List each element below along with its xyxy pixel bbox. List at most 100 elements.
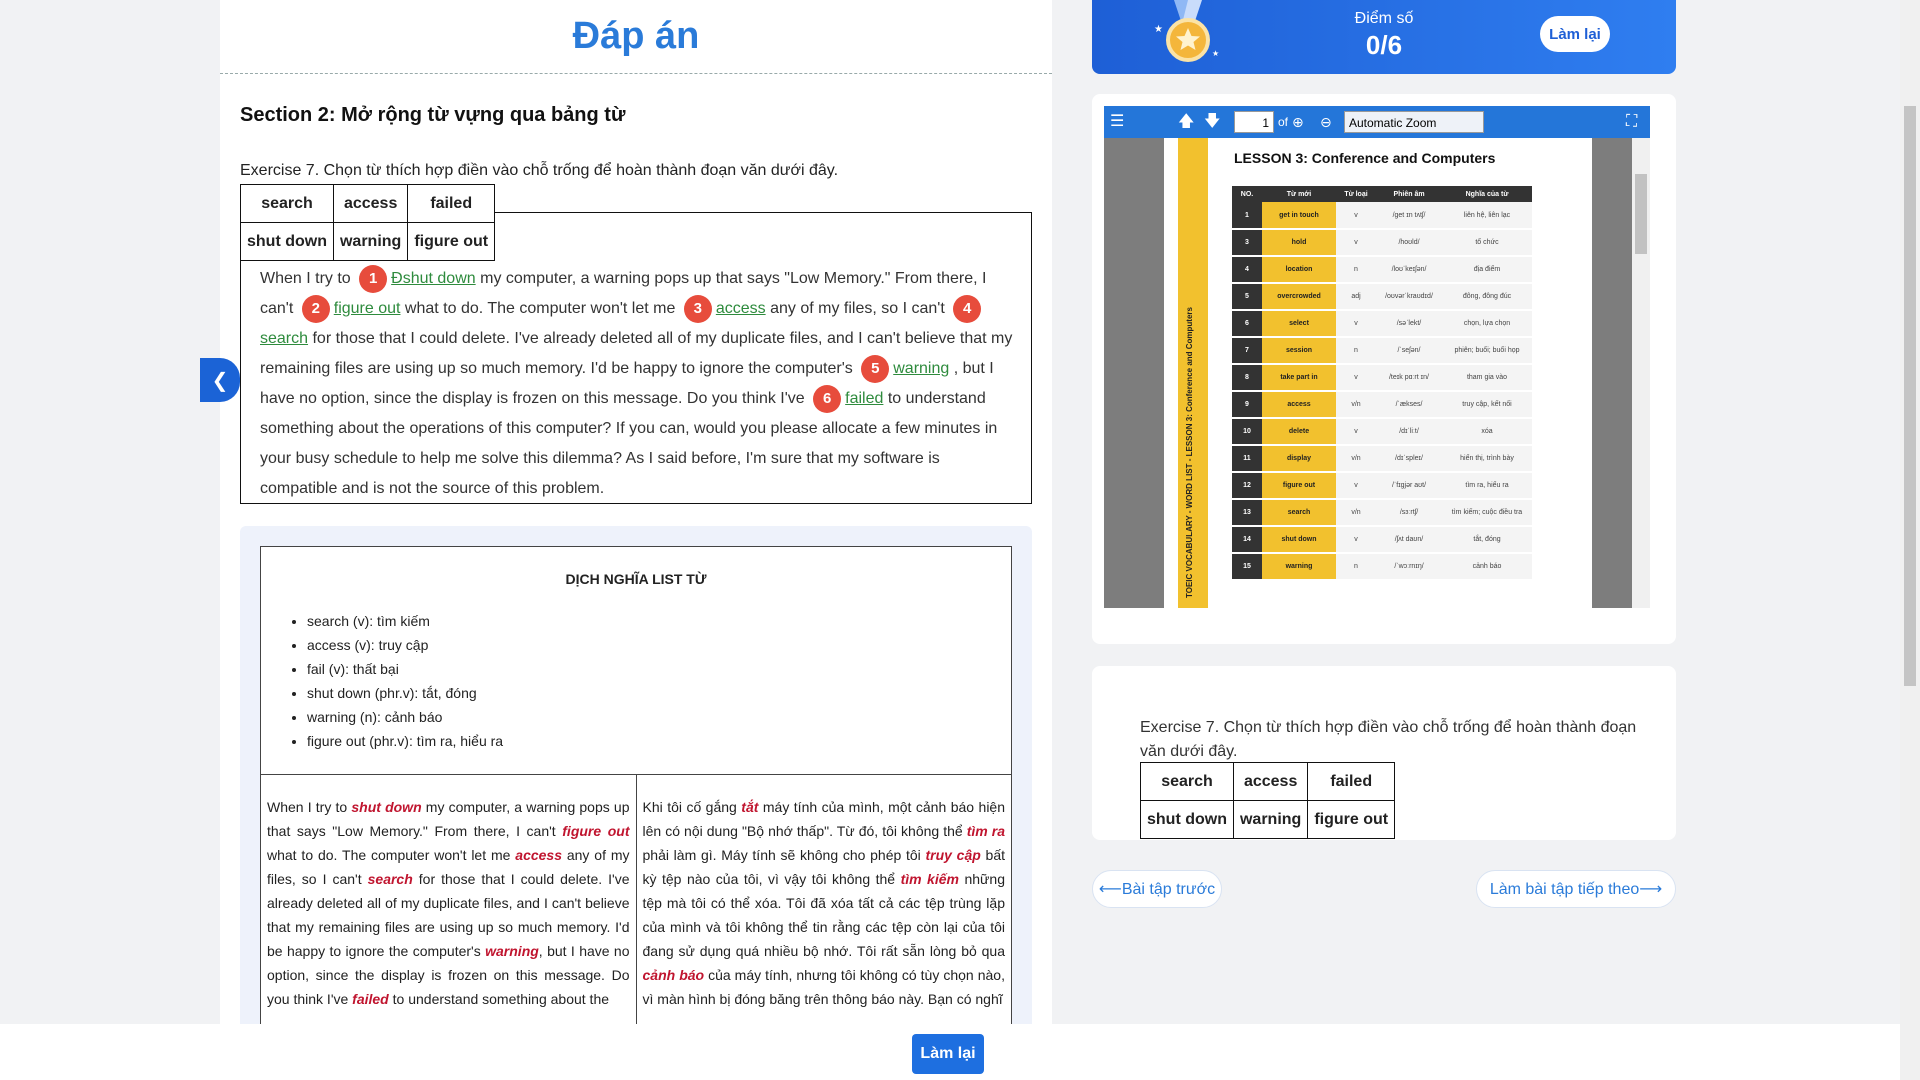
- zoom-select[interactable]: Automatic Zoom: [1344, 111, 1484, 133]
- arrow-up-icon[interactable]: 🡅: [1178, 112, 1194, 132]
- word-cell: search: [240, 184, 334, 223]
- blank-number-badge: 6: [813, 384, 842, 413]
- pdf-table-cell: xóa: [1442, 418, 1532, 446]
- keyword: cảnh báo: [642, 967, 705, 983]
- collapse-panel-button[interactable]: ❮: [200, 358, 240, 402]
- keyword: failed: [352, 991, 389, 1007]
- blank-answer: failed: [845, 390, 884, 407]
- pdf-table-cell: /ˈfɪɡjər aʊt/: [1376, 472, 1442, 500]
- expand-icon[interactable]: ⛶: [1626, 112, 1637, 132]
- keyword: shut down: [351, 799, 422, 815]
- previous-exercise-button[interactable]: ⟵Bài tập trước: [1092, 870, 1222, 908]
- footer-bar: Làm lại: [0, 1024, 1900, 1080]
- pdf-table-row: 9 access v/n/ˈækses/truy cập, kết nối: [1232, 391, 1532, 419]
- pdf-table-cell: /oʊvərˈkraʊdɪd/: [1376, 283, 1442, 311]
- pdf-table-cell: tìm ra, hiểu ra: [1442, 472, 1532, 500]
- pdf-table-cell: session: [1262, 337, 1336, 365]
- zoom-in-icon[interactable]: ⊕: [1292, 112, 1304, 132]
- pdf-scrollbar[interactable]: [1632, 138, 1650, 608]
- vocab-item: fail (v): thất bại: [307, 657, 503, 681]
- blank-answer: access: [715, 300, 766, 317]
- pdf-table-cell: delete: [1262, 418, 1336, 446]
- pdf-toolbar: ☰ 🡅 🡇 1 of ⊕ ⊖ Automatic Zoom ⛶: [1104, 106, 1650, 138]
- pdf-table-cell: 12: [1232, 472, 1262, 500]
- pdf-table-cell: /ˈseʃən/: [1376, 337, 1442, 365]
- word-cell: failed: [407, 184, 496, 223]
- hamburger-icon[interactable]: ☰: [1110, 112, 1124, 132]
- zoom-out-icon[interactable]: ⊖: [1320, 112, 1332, 132]
- exercise-title: Exercise 7. Chọn từ thích hợp điền vào c…: [240, 162, 839, 179]
- pdf-table-cell: n: [1336, 337, 1376, 365]
- pdf-table-cell: v: [1336, 229, 1376, 257]
- next-exercise-button[interactable]: Làm bài tập tiếp theo⟶: [1476, 870, 1676, 908]
- pdf-table-cell: cảnh báo: [1442, 553, 1532, 581]
- pdf-table-cell: v: [1336, 526, 1376, 554]
- keyword: figure out: [562, 823, 630, 839]
- retry-button-bottom[interactable]: Làm lại: [912, 1034, 984, 1074]
- question-card: Exercise 7. Chọn từ thích hợp điền vào c…: [1092, 666, 1676, 840]
- pdf-table-row: 5 overcrowded adj/oʊvərˈkraʊdɪd/đông, đông…: [1232, 283, 1532, 311]
- word-cell: warning: [332, 222, 409, 261]
- pdf-table-cell: /ˈækses/: [1376, 391, 1442, 419]
- pdf-table-header: NO.: [1232, 186, 1262, 202]
- english-column: When I try to shut down my computer, a w…: [261, 775, 636, 1024]
- pdf-table-cell: tìm kiếm; cuộc điều tra: [1442, 499, 1532, 527]
- keyword: tắt: [741, 799, 759, 815]
- pdf-table-cell: warning: [1262, 553, 1336, 581]
- pdf-table-cell: location: [1262, 256, 1336, 284]
- pdf-table-cell: /ɡet ɪn tʌtʃ/: [1376, 202, 1442, 230]
- pdf-table-row: 4 location n/loʊˈkeɪʃən/địa điểm: [1232, 256, 1532, 284]
- word-bank-table: search access failed shut down warning f…: [1140, 762, 1396, 839]
- pdf-table-row: 14 shut down v/ʃʌt daʊn/tắt, đóng: [1232, 526, 1532, 554]
- pdf-vocab-table: NO. Từ mới Từ loại Phiên âm Nghĩa của từ…: [1232, 186, 1532, 581]
- pdf-table-cell: v/n: [1336, 391, 1376, 419]
- score-card: ★ ★ Điểm số 0/6 Làm lại: [1092, 0, 1676, 74]
- pdf-table-cell: phiên; buổi; buổi họp: [1442, 337, 1532, 365]
- pdf-table-row: 7 session n/ˈseʃən/phiên; buổi; buổi họp: [1232, 337, 1532, 365]
- pdf-table-row: 12 figure out v/ˈfɪɡjər aʊt/tìm ra, hiểu r…: [1232, 472, 1532, 500]
- pdf-table-cell: địa điểm: [1442, 256, 1532, 284]
- pdf-table-row: 1 get in touch v/ɡet ɪn tʌtʃ/liên hệ, liên…: [1232, 202, 1532, 230]
- pdf-table-cell: /teɪk pɑːrt ɪn/: [1376, 364, 1442, 392]
- pdf-table-row: 11 display v/n/dɪˈspleɪ/hiển thị, trình bà…: [1232, 445, 1532, 473]
- pdf-scroll-thumb[interactable]: [1635, 174, 1647, 254]
- pdf-page-view[interactable]: TOEIC VOCABULARY - WORD LIST - LESSON 3:…: [1104, 138, 1650, 608]
- pdf-table-row: 6 select v/səˈlekt/chọn, lựa chọn: [1232, 310, 1532, 338]
- pdf-page: TOEIC VOCABULARY - WORD LIST - LESSON 3:…: [1164, 138, 1592, 608]
- vocab-item: warning (n): cảnh báo: [307, 705, 503, 729]
- pdf-table-cell: v/n: [1336, 499, 1376, 527]
- page-scrollbar[interactable]: [1900, 0, 1920, 1080]
- pdf-table-cell: 7: [1232, 337, 1262, 365]
- word-cell: shut down: [1140, 800, 1234, 839]
- keyword: search: [367, 871, 413, 887]
- pdf-table-cell: /loʊˈkeɪʃən/: [1376, 256, 1442, 284]
- pdf-table-cell: 6: [1232, 310, 1262, 338]
- pdf-side-label: TOEIC VOCABULARY - WORD LIST - LESSON 3:…: [1185, 307, 1194, 598]
- retry-button[interactable]: Làm lại: [1540, 16, 1610, 52]
- pdf-table-cell: 8: [1232, 364, 1262, 392]
- word-cell: failed: [1307, 762, 1396, 801]
- passage-text-segment: When I try to: [260, 270, 351, 287]
- page-number-input[interactable]: 1: [1234, 111, 1274, 133]
- pdf-table-cell: select: [1262, 310, 1336, 338]
- pdf-table-cell: hiển thị, trình bày: [1442, 445, 1532, 473]
- arrow-down-icon[interactable]: 🡇: [1204, 112, 1220, 132]
- pdf-table-cell: liên hệ, liên lạc: [1442, 202, 1532, 230]
- word-cell: access: [332, 184, 409, 223]
- pdf-table-cell: 15: [1232, 553, 1262, 581]
- pdf-table-cell: /ʃʌt daʊn/: [1376, 526, 1442, 554]
- pdf-table-cell: v: [1336, 364, 1376, 392]
- text-segment: Khi tôi cố gắng: [642, 799, 742, 815]
- pdf-table-cell: shut down: [1262, 526, 1336, 554]
- pdf-table-cell: hold: [1262, 229, 1336, 257]
- pdf-table-cell: v: [1336, 418, 1376, 446]
- pdf-table-cell: 10: [1232, 418, 1262, 446]
- pdf-table-cell: v: [1336, 310, 1376, 338]
- pdf-table-cell: get in touch: [1262, 202, 1336, 230]
- keyword: access: [515, 847, 562, 863]
- blank-number-badge: 4: [953, 294, 982, 323]
- page-scroll-thumb[interactable]: [1904, 106, 1916, 686]
- pdf-table-cell: adj: [1336, 283, 1376, 311]
- passage-text-segment: what to do. The computer won't let me: [404, 300, 676, 317]
- pdf-table-cell: n: [1336, 553, 1376, 581]
